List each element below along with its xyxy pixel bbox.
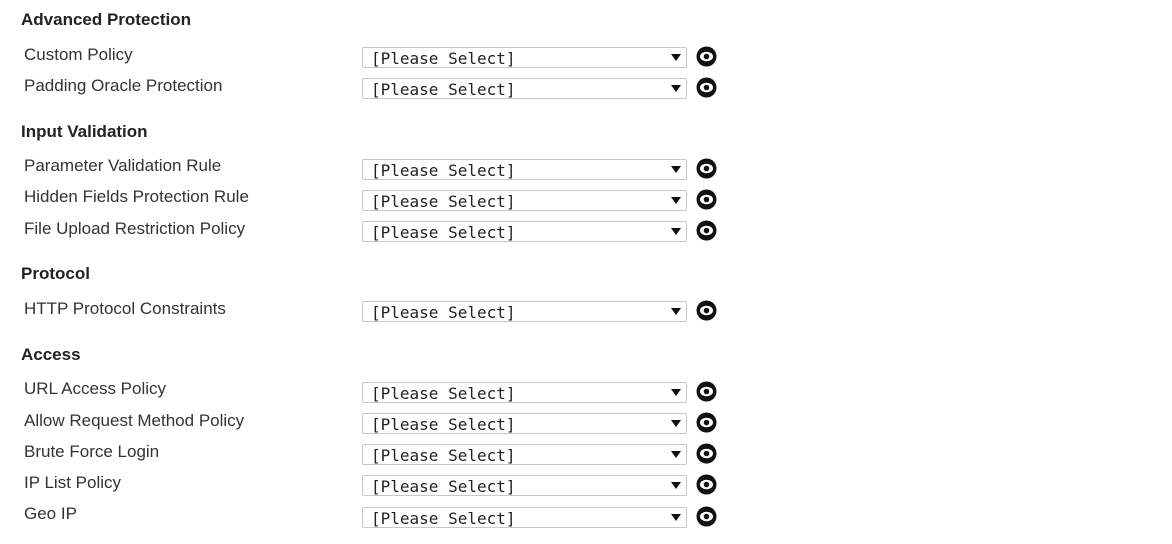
select-value: [Please Select] — [371, 509, 516, 528]
label-url-access-policy: URL Access Policy — [24, 379, 167, 398]
select-value: [Please Select] — [371, 192, 516, 211]
chevron-down-icon — [671, 228, 681, 235]
chevron-down-icon — [671, 514, 681, 521]
chevron-down-icon — [671, 420, 681, 427]
select-value: [Please Select] — [371, 80, 516, 99]
chevron-down-icon — [671, 451, 681, 458]
label-geo-ip: Geo IP — [24, 504, 77, 523]
label-hidden-fields-protection-rule: Hidden Fields Protection Rule — [24, 187, 249, 206]
eye-icon[interactable] — [696, 158, 717, 179]
eye-icon[interactable] — [696, 220, 717, 241]
select-padding-oracle-protection[interactable]: [Please Select] — [362, 78, 687, 99]
chevron-down-icon — [671, 197, 681, 204]
chevron-down-icon — [671, 308, 681, 315]
eye-icon[interactable] — [696, 300, 717, 321]
select-allow-request-method-policy[interactable]: [Please Select] — [362, 413, 687, 434]
label-allow-request-method-policy: Allow Request Method Policy — [24, 411, 245, 430]
select-url-access-policy[interactable]: [Please Select] — [362, 382, 687, 403]
chevron-down-icon — [671, 389, 681, 396]
label-custom-policy: Custom Policy — [24, 45, 133, 64]
select-value: [Please Select] — [371, 446, 516, 465]
select-value: [Please Select] — [371, 384, 516, 403]
eye-icon[interactable] — [696, 189, 717, 210]
chevron-down-icon — [671, 482, 681, 489]
eye-icon[interactable] — [696, 506, 717, 527]
section-title-protocol: Protocol — [21, 264, 90, 283]
select-brute-force-login[interactable]: [Please Select] — [362, 444, 687, 465]
select-file-upload-restriction-policy[interactable]: [Please Select] — [362, 221, 687, 242]
section-title-access: Access — [21, 345, 81, 364]
select-value: [Please Select] — [371, 415, 516, 434]
chevron-down-icon — [671, 166, 681, 173]
eye-icon[interactable] — [696, 381, 717, 402]
eye-icon[interactable] — [696, 46, 717, 67]
eye-icon[interactable] — [696, 412, 717, 433]
label-brute-force-login: Brute Force Login — [24, 442, 160, 461]
eye-icon[interactable] — [696, 77, 717, 98]
label-http-protocol-constraints: HTTP Protocol Constraints — [24, 299, 226, 318]
select-ip-list-policy[interactable]: [Please Select] — [362, 475, 687, 496]
label-file-upload-restriction-policy: File Upload Restriction Policy — [24, 219, 246, 238]
label-padding-oracle-protection: Padding Oracle Protection — [24, 76, 223, 95]
select-custom-policy[interactable]: [Please Select] — [362, 47, 687, 68]
chevron-down-icon — [671, 85, 681, 92]
section-title-input-validation: Input Validation — [21, 122, 148, 141]
eye-icon[interactable] — [696, 443, 717, 464]
select-value: [Please Select] — [371, 49, 516, 68]
label-ip-list-policy: IP List Policy — [24, 473, 122, 492]
select-geo-ip[interactable]: [Please Select] — [362, 507, 687, 528]
label-parameter-validation-rule: Parameter Validation Rule — [24, 156, 222, 175]
select-value: [Please Select] — [371, 223, 516, 242]
select-value: [Please Select] — [371, 477, 516, 496]
chevron-down-icon — [671, 54, 681, 61]
section-title-advanced-protection: Advanced Protection — [21, 10, 192, 29]
select-hidden-fields-protection-rule[interactable]: [Please Select] — [362, 190, 687, 211]
select-parameter-validation-rule[interactable]: [Please Select] — [362, 159, 687, 180]
select-value: [Please Select] — [371, 303, 516, 322]
eye-icon[interactable] — [696, 474, 717, 495]
select-value: [Please Select] — [371, 161, 516, 180]
select-http-protocol-constraints[interactable]: [Please Select] — [362, 301, 687, 322]
